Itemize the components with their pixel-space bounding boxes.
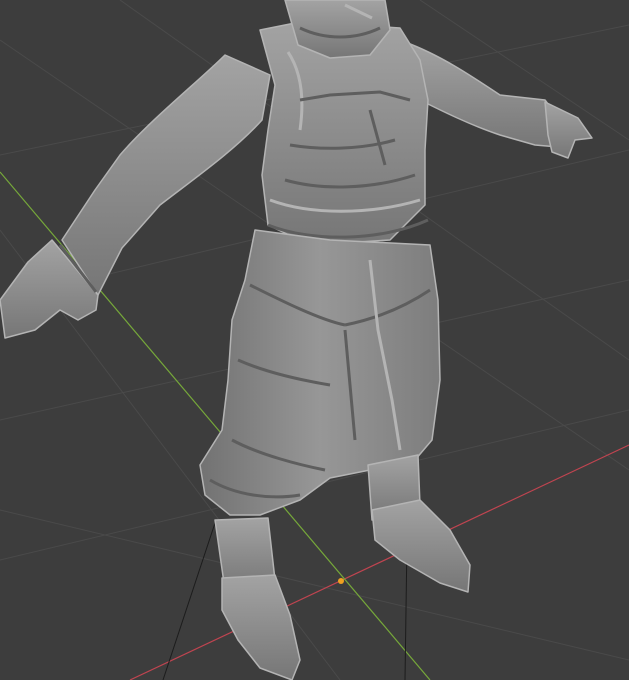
3d-viewport[interactable] bbox=[0, 0, 629, 680]
viewport-canvas[interactable] bbox=[0, 0, 629, 680]
origin-point[interactable] bbox=[338, 578, 344, 584]
